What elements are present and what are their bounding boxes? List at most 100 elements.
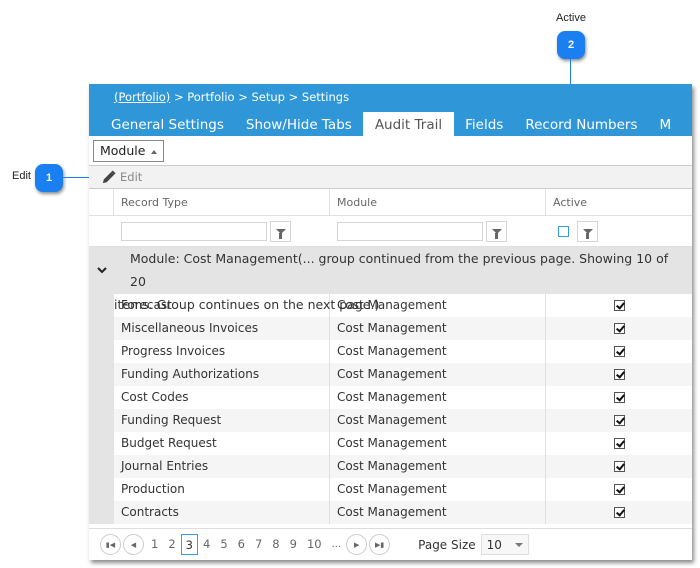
pencil-icon xyxy=(102,169,116,183)
module-cell: Cost Management xyxy=(330,386,546,409)
edit-label: Edit xyxy=(120,170,143,184)
record-type-cell: Journal Entries xyxy=(114,455,330,478)
active-cell xyxy=(546,455,692,478)
page-number-6[interactable]: 6 xyxy=(233,534,250,555)
table-row[interactable]: Funding Authorizations Cost Management xyxy=(89,363,692,386)
tab-record-numbers[interactable]: Record Numbers xyxy=(514,112,648,136)
group-header-text: Module: Cost Management(... group contin… xyxy=(114,247,674,312)
module-cell: Cost Management xyxy=(330,340,546,363)
module-filter-button[interactable] xyxy=(486,220,507,242)
page-number-2[interactable]: 2 xyxy=(163,534,180,555)
record-type-cell: Progress Invoices xyxy=(114,340,330,363)
table-row[interactable]: Production Cost Management xyxy=(89,478,692,501)
record-type-filter-input[interactable] xyxy=(121,221,267,241)
page-number-4[interactable]: 4 xyxy=(198,534,215,555)
filter-row xyxy=(89,216,692,247)
active-filter-button[interactable] xyxy=(577,220,598,242)
tab-audit-trail[interactable]: Audit Trail xyxy=(362,112,455,136)
active-checkbox-checked[interactable] xyxy=(613,346,625,357)
column-header-row: Record Type Module Active xyxy=(89,189,692,216)
table-row[interactable]: Budget Request Cost Management xyxy=(89,432,692,455)
page-size-dropdown[interactable]: 10 xyxy=(480,534,529,555)
module-cell: Cost Management xyxy=(330,409,546,432)
callout-label-edit: Edit xyxy=(12,170,31,182)
active-cell xyxy=(546,386,692,409)
page-number-5[interactable]: 5 xyxy=(215,534,232,555)
page-number-9[interactable]: 9 xyxy=(285,534,302,555)
group-by-panel: Module xyxy=(89,136,692,166)
page-number-8[interactable]: 8 xyxy=(267,534,284,555)
header: (Portfolio) > Portfolio > Setup > Settin… xyxy=(89,84,692,136)
filter-icon xyxy=(582,228,593,239)
active-checkbox-checked[interactable] xyxy=(613,300,625,311)
active-filter-checkbox[interactable] xyxy=(558,225,569,237)
module-cell: Cost Management xyxy=(330,501,546,524)
callout-badge-2: 2 xyxy=(557,31,585,59)
page-number-1[interactable]: 1 xyxy=(146,534,163,555)
page-number-7[interactable]: 7 xyxy=(250,534,267,555)
table-row[interactable]: Progress Invoices Cost Management xyxy=(89,340,692,363)
module-cell: Cost Management xyxy=(330,317,546,340)
table-row[interactable]: Contracts Cost Management xyxy=(89,501,692,524)
callout-line-1 xyxy=(63,177,91,178)
column-header-active[interactable]: Active xyxy=(546,189,692,215)
callout-badge-1: 1 xyxy=(35,164,63,192)
active-checkbox-checked[interactable] xyxy=(613,438,625,449)
active-cell xyxy=(546,340,692,363)
module-cell: Cost Management xyxy=(330,455,546,478)
record-type-cell: Production xyxy=(114,478,330,501)
module-filter-input[interactable] xyxy=(337,221,483,241)
record-type-cell: Miscellaneous Invoices xyxy=(114,317,330,340)
record-type-filter-button[interactable] xyxy=(270,220,291,242)
previous-page-button[interactable]: ◀ xyxy=(123,534,144,555)
record-type-cell: Contracts xyxy=(114,501,330,524)
audit-trail-grid: Record Type Module Active Module: Cost M… xyxy=(89,189,692,524)
collapse-group-chevron-icon[interactable] xyxy=(89,247,114,294)
tab-more[interactable]: M xyxy=(649,112,683,136)
active-checkbox-checked[interactable] xyxy=(613,507,625,518)
table-row[interactable]: Journal Entries Cost Management xyxy=(89,455,692,478)
table-row[interactable]: Cost Codes Cost Management xyxy=(89,386,692,409)
last-page-button[interactable]: ▶▮ xyxy=(369,534,391,555)
data-rows: Forecast Cost Management Miscellaneous Inv… xyxy=(89,294,692,524)
tab-bar: General Settings Show/Hide Tabs Audit Tr… xyxy=(89,112,682,136)
pager: ▮◀ ◀ 1 2 3 4 5 6 7 8 9 10 ... ▶ ▶▮ Page Size 10 xyxy=(89,528,692,560)
record-type-cell: Budget Request xyxy=(114,432,330,455)
active-checkbox-checked[interactable] xyxy=(613,369,625,380)
active-checkbox-checked[interactable] xyxy=(613,461,625,472)
next-page-button[interactable]: ▶ xyxy=(346,534,368,555)
record-type-cell: Cost Codes xyxy=(114,386,330,409)
table-row[interactable]: Miscellaneous Invoices Cost Management xyxy=(89,317,692,340)
group-header-row: Module: Cost Management(... group contin… xyxy=(89,247,692,312)
active-cell xyxy=(546,478,692,501)
active-checkbox-checked[interactable] xyxy=(613,415,625,426)
tab-general-settings[interactable]: General Settings xyxy=(89,112,235,136)
active-cell xyxy=(546,501,692,524)
active-checkbox-checked[interactable] xyxy=(613,323,625,334)
first-page-button[interactable]: ▮◀ xyxy=(100,534,121,555)
tab-fields[interactable]: Fields xyxy=(454,112,514,136)
more-pages-ellipsis[interactable]: ... xyxy=(327,539,347,550)
toolbar: Edit xyxy=(89,166,692,189)
active-checkbox-checked[interactable] xyxy=(613,392,625,403)
page-number-3[interactable]: 3 xyxy=(180,534,198,555)
column-header-record-type[interactable]: Record Type xyxy=(114,189,330,215)
tab-show-hide-tabs[interactable]: Show/Hide Tabs xyxy=(235,112,363,136)
module-cell: Cost Management xyxy=(330,432,546,455)
column-header-module[interactable]: Module xyxy=(330,189,546,215)
callout-label-active: Active xyxy=(556,12,586,24)
chevron-down-icon xyxy=(514,542,523,547)
active-cell xyxy=(546,363,692,386)
filter-icon xyxy=(491,228,502,239)
edit-button[interactable]: Edit xyxy=(101,169,143,185)
active-cell xyxy=(546,432,692,455)
active-checkbox-checked[interactable] xyxy=(613,484,625,495)
page-number-10[interactable]: 10 xyxy=(302,534,327,555)
breadcrumb: (Portfolio) > Portfolio > Setup > Settin… xyxy=(114,90,349,104)
module-cell: Cost Management xyxy=(330,363,546,386)
breadcrumb-portfolio-link[interactable]: (Portfolio) xyxy=(114,90,170,104)
filter-icon xyxy=(275,228,286,239)
group-by-module-chip[interactable]: Module xyxy=(93,140,165,162)
table-row[interactable]: Funding Request Cost Management xyxy=(89,409,692,432)
page-size-label: Page Size xyxy=(418,537,476,552)
